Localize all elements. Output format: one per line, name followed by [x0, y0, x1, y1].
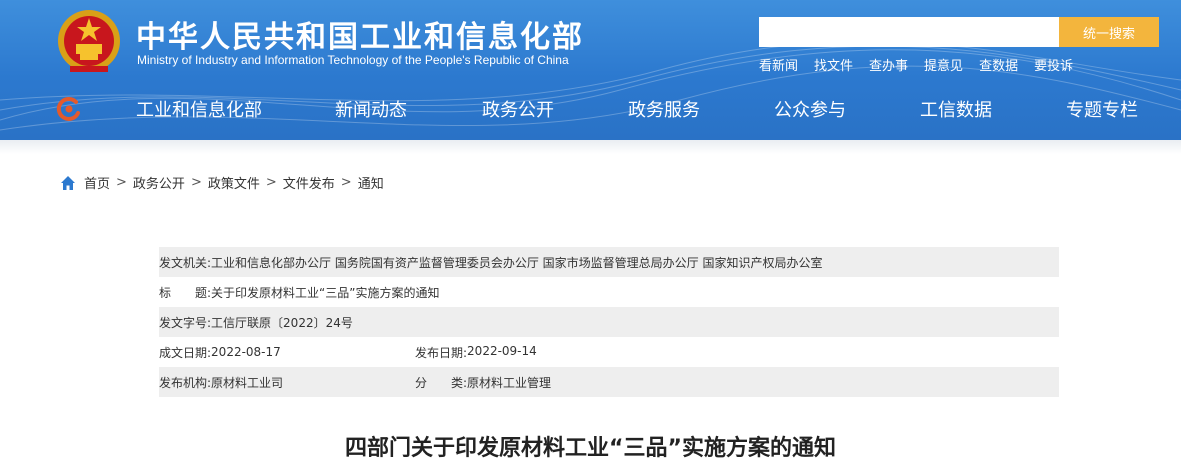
- meta-row-dates: 成文日期: 2022-08-17 发布日期: 2022-09-14: [159, 337, 1059, 367]
- site-title: 中华人民共和国工业和信息化部: [136, 20, 584, 55]
- breadcrumb-gov-affairs[interactable]: 政务公开: [133, 173, 185, 192]
- meta-row-issuer: 发文机关: 工业和信息化部办公厅 国务院国有资产监督管理委员会办公厅 国家市场监…: [159, 247, 1059, 277]
- site-subtitle: Ministry of Industry and Information Tec…: [137, 53, 569, 67]
- breadcrumb-policy-files[interactable]: 政策文件: [208, 173, 260, 192]
- nav-item-ministry[interactable]: 工业和信息化部: [136, 96, 262, 122]
- meta-row-agency: 发布机构: 原材料工业司 分 类: 原材料工业管理: [159, 367, 1059, 397]
- issuer-label: 发文机关:: [159, 255, 212, 270]
- nav-item-data[interactable]: 工信数据: [920, 96, 992, 122]
- doc-number-label: 发文字号:: [159, 315, 212, 330]
- breadcrumb-separator: >: [340, 175, 352, 190]
- document-meta-table: 发文机关: 工业和信息化部办公厅 国务院国有资产监督管理委员会办公厅 国家市场监…: [159, 247, 1059, 397]
- header-shadow: [0, 140, 1181, 154]
- quick-link-services[interactable]: 查办事: [869, 55, 908, 74]
- breadcrumb-separator: >: [190, 175, 202, 190]
- main-nav: 工业和信息化部 新闻动态 政务公开 政务服务 公众参与 工信数据 专题专栏: [0, 96, 1181, 124]
- published-date-value: 2022-09-14: [467, 343, 537, 358]
- breadcrumb-home[interactable]: 首页: [84, 173, 110, 192]
- breadcrumb-notice[interactable]: 通知: [358, 173, 384, 192]
- quick-link-feedback[interactable]: 提意见: [924, 55, 963, 74]
- home-icon[interactable]: [60, 175, 76, 191]
- agency-label: 发布机构:: [159, 375, 212, 390]
- published-date-cell: 发布日期: 2022-09-14: [415, 344, 537, 361]
- published-date-label: 发布日期:: [415, 345, 468, 360]
- nav-item-news[interactable]: 新闻动态: [335, 96, 407, 122]
- meta-row-doc-number: 发文字号: 工信厅联原〔2022〕24号: [159, 307, 1059, 337]
- title-label: 标 题:: [159, 285, 212, 300]
- title-value: 关于印发原材料工业“三品”实施方案的通知: [211, 285, 440, 300]
- nav-item-gov-services[interactable]: 政务服务: [628, 96, 700, 122]
- search-input[interactable]: [759, 17, 1059, 47]
- quick-link-files[interactable]: 找文件: [814, 55, 853, 74]
- quick-link-data[interactable]: 查数据: [979, 55, 1018, 74]
- created-date-value: 2022-08-17: [211, 345, 281, 359]
- article-title: 四部门关于印发原材料工业“三品”实施方案的通知: [345, 436, 836, 461]
- nav-item-gov-affairs[interactable]: 政务公开: [482, 96, 554, 122]
- nav-item-participation[interactable]: 公众参与: [774, 96, 846, 122]
- breadcrumb-file-release[interactable]: 文件发布: [283, 173, 335, 192]
- breadcrumb-separator: >: [265, 175, 277, 190]
- category-cell: 分 类: 原材料工业管理: [415, 374, 551, 391]
- issuer-value: 工业和信息化部办公厅 国务院国有资产监督管理委员会办公厅 国家市场监督管理总局办…: [211, 255, 823, 270]
- national-emblem-icon[interactable]: [56, 8, 122, 76]
- nav-item-topics[interactable]: 专题专栏: [1066, 96, 1138, 122]
- quick-link-news[interactable]: 看新闻: [759, 55, 798, 74]
- category-label: 分 类:: [415, 375, 468, 390]
- category-value: 原材料工业管理: [467, 375, 552, 390]
- created-date-label: 成文日期:: [159, 345, 212, 360]
- quick-links: 看新闻 找文件 查办事 提意见 查数据 要投诉: [759, 55, 1073, 74]
- search-button[interactable]: 统一搜索: [1059, 17, 1159, 47]
- site-header: 中华人民共和国工业和信息化部 Ministry of Industry and …: [0, 0, 1181, 140]
- breadcrumb: 首页 > 政务公开 > 政策文件 > 文件发布 > 通知: [60, 173, 384, 192]
- doc-number-value: 工信厅联原〔2022〕24号: [211, 315, 353, 330]
- breadcrumb-separator: >: [116, 175, 127, 190]
- agency-value: 原材料工业司: [211, 375, 284, 390]
- meta-row-title: 标 题: 关于印发原材料工业“三品”实施方案的通知: [159, 277, 1059, 307]
- quick-link-complaint[interactable]: 要投诉: [1034, 55, 1073, 74]
